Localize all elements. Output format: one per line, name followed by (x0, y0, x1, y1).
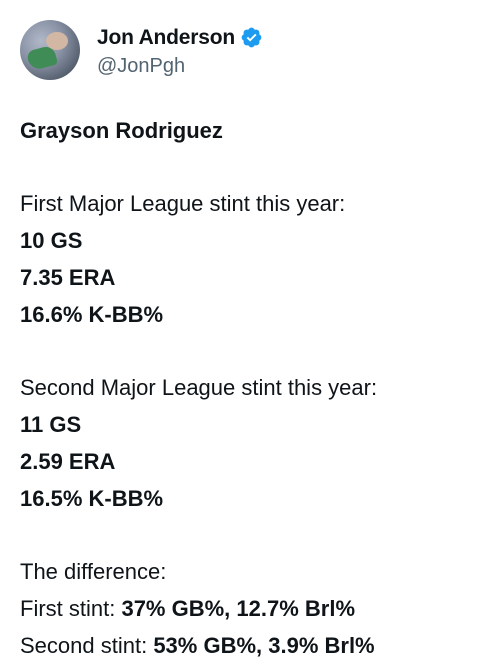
tweet-title: Grayson Rodriguez (20, 118, 223, 143)
first-stint-heading: First Major League stint this year: (20, 191, 346, 216)
first-stint-stat: 10 GS (20, 228, 83, 253)
second-stint-stat: 11 GS (20, 412, 82, 437)
first-stint-stat: 7.35 ERA (20, 265, 116, 290)
difference-second-line: Second stint: 53% GB%, 3.9% Brl% (20, 627, 480, 664)
display-name-row: Jon Anderson (97, 23, 263, 53)
display-name[interactable]: Jon Anderson (97, 26, 235, 50)
author-info: Jon Anderson @JonPgh (97, 23, 263, 78)
second-stint-heading: Second Major League stint this year: (20, 375, 378, 400)
first-stint-stat: 16.6% K-BB% (20, 302, 164, 327)
tweet-header: Jon Anderson @JonPgh (20, 18, 474, 82)
difference-first-label: First stint: (20, 596, 122, 621)
tweet-body: Grayson Rodriguez First Major League sti… (20, 112, 480, 664)
difference-first-line: First stint: 37% GB%, 12.7% Brl% (20, 590, 480, 627)
difference-heading: The difference: (20, 559, 167, 584)
difference-first-value: 37% GB%, 12.7% Brl% (121, 596, 355, 621)
handle[interactable]: @JonPgh (97, 55, 263, 78)
second-stint-stat: 2.59 ERA (20, 449, 116, 474)
verified-badge-icon[interactable] (240, 26, 263, 49)
difference-second-label: Second stint: (20, 633, 154, 658)
difference-second-value: 53% GB%, 3.9% Brl% (153, 633, 375, 658)
avatar[interactable] (20, 20, 80, 80)
second-stint-stat: 16.5% K-BB% (20, 486, 164, 511)
